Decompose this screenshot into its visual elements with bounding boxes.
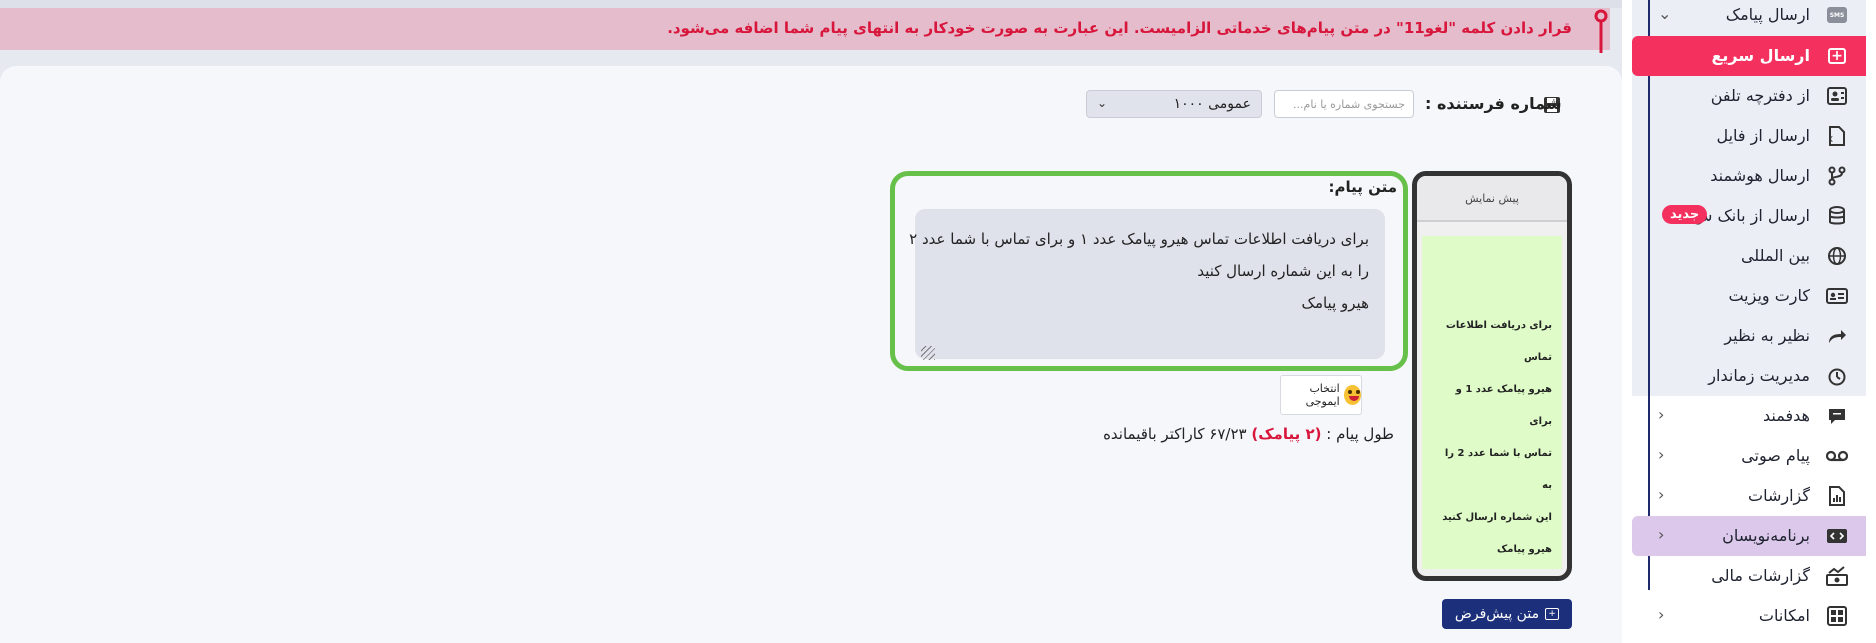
sidebar-item-peer-to-peer[interactable]: نظیر به نظیر [1632, 316, 1866, 356]
chevron-down-icon: ⌄ [1658, 4, 1672, 23]
length-prefix: طول پیام : [1326, 425, 1394, 443]
preview-title: پیش نمایش [1417, 176, 1567, 222]
sidebar-item-financial-reports[interactable]: گزارشات مالی [1632, 556, 1866, 596]
sidebar-item-label: ارسال سریع [1711, 46, 1810, 65]
sender-number-select[interactable]: عمومی ۱۰۰۰ ⌄ [1086, 90, 1262, 118]
chat-bubble-icon [1826, 406, 1848, 426]
phone-preview: پیش نمایش برای دریافت اطلاعات تماس هیرو … [1412, 171, 1572, 581]
sidebar-item-voice-message[interactable]: پیام صوتی ‹ [1632, 436, 1866, 476]
sidebar-item-label: نظیر به نظیر [1724, 326, 1810, 345]
top-strip [0, 0, 1622, 8]
sidebar-item-targeted[interactable]: هدفمند ‹ [1632, 396, 1866, 436]
sidebar-item-scheduled[interactable]: مدیریت زماندار [1632, 356, 1866, 396]
preview-line: این شماره ارسال کنید [1442, 512, 1552, 523]
message-textarea[interactable]: برای دریافت اطلاعات تماس هیرو پیامک عدد … [909, 209, 1385, 359]
preview-line: هیرو پیامک [1497, 544, 1552, 555]
message-line: را به این شماره ارسال کنید [1197, 262, 1369, 280]
share-arrow-icon [1826, 326, 1848, 346]
excel-file-icon: X [1826, 126, 1848, 146]
service-message-alert: قرار دادن کلمه "لغو11" در متن پیام‌های خ… [0, 8, 1610, 53]
sidebar-item-label: برنامه‌نویسان [1722, 526, 1810, 545]
sender-search-input[interactable] [1274, 90, 1414, 118]
pin-icon [1594, 9, 1608, 53]
chevron-down-icon: ⌄ [1097, 96, 1108, 110]
length-suffix: کاراکتر باقیمانده [1103, 425, 1205, 443]
sidebar-item-label: ارسال پیامک [1725, 5, 1810, 24]
default-text-button[interactable]: + متن پیش‌فرض [1442, 599, 1572, 629]
message-editor: متن پیام: برای دریافت اطلاعات تماس هیرو … [890, 171, 1408, 371]
plus-message-icon: + [1545, 608, 1560, 620]
preview-message: برای دریافت اطلاعات تماس هیرو پیامک عدد … [1422, 236, 1562, 569]
sidebar: SMS ارسال پیامک ⌄ + ارسال سریع از دفترچه… [1622, 0, 1876, 643]
sidebar-item-international[interactable]: بین المللی [1632, 236, 1866, 276]
sidebar-item-smart-send[interactable]: ارسال هوشمند [1632, 156, 1866, 196]
sender-number-label: شماره فرستنده : [1425, 94, 1562, 113]
sidebar-item-quick-send[interactable]: + ارسال سریع [1632, 36, 1866, 76]
sidebar-item-label: ارسال از فایل [1716, 126, 1810, 145]
sidebar-item-label: مدیریت زماندار [1708, 366, 1810, 385]
finance-report-icon [1826, 566, 1848, 586]
message-line: برای دریافت اطلاعات تماس هیرو پیامک عدد … [909, 230, 1369, 248]
sidebar-item-send-from-bank[interactable]: ارسال از بانک ش... جدید [1632, 196, 1866, 236]
emoji-button-label: انتخاب ایموجی [1305, 382, 1340, 408]
new-badge: جدید [1662, 205, 1708, 224]
contact-book-icon [1826, 86, 1848, 106]
preview-line: تماس با شما عدد 2 را به [1444, 448, 1552, 491]
alert-text: قرار دادن کلمه "لغو11" در متن پیام‌های خ… [667, 19, 1572, 37]
sidebar-item-label: پیام صوتی [1741, 446, 1810, 465]
sidebar-item-send-sms[interactable]: SMS ارسال پیامک ⌄ [1632, 0, 1866, 35]
sidebar-item-label: گزارشات مالی [1711, 566, 1810, 585]
plus-square-icon: + [1826, 46, 1848, 66]
sidebar-item-label: امکانات [1758, 606, 1810, 625]
chevron-left-icon: ‹ [1658, 405, 1665, 424]
chevron-left-icon: ‹ [1658, 605, 1665, 624]
sms-parts-count: (۲ پیامک) [1251, 425, 1322, 443]
sidebar-item-label: هدفمند [1763, 406, 1810, 425]
sidebar-item-label: گزارشات [1748, 486, 1810, 505]
sidebar-item-business-card[interactable]: کارت ویزیت [1632, 276, 1866, 316]
message-length-info: طول پیام : (۲ پیامک) ۶۷/۲۳ کاراکتر باقیم… [1103, 425, 1394, 443]
remaining-count: ۶۷/۲۳ [1209, 425, 1247, 443]
sidebar-item-label: از دفترچه تلفن [1710, 86, 1810, 105]
sidebar-item-label: کارت ویزیت [1728, 286, 1810, 305]
voicemail-icon [1826, 446, 1848, 466]
timer-icon [1826, 366, 1848, 386]
preview-line: هیرو پیامک عدد 1 و برای [1455, 384, 1552, 427]
emoji-icon [1343, 385, 1361, 405]
features-icon [1826, 606, 1848, 626]
preview-line: برای دریافت اطلاعات تماس [1445, 320, 1552, 363]
chevron-left-icon: ‹ [1658, 445, 1665, 464]
chevron-left-icon: ‹ [1658, 525, 1665, 544]
branch-icon [1826, 166, 1848, 186]
database-icon [1826, 206, 1848, 226]
sidebar-item-label: ارسال هوشمند [1710, 166, 1810, 185]
chevron-left-icon: ‹ [1658, 485, 1665, 504]
report-icon [1826, 486, 1848, 506]
id-card-icon [1826, 286, 1848, 306]
sidebar-item-developers[interactable]: برنامه‌نویسان ‹ [1632, 516, 1866, 556]
resize-handle[interactable] [921, 346, 935, 360]
message-line: هیرو پیامک [1301, 294, 1369, 312]
sidebar-item-send-from-file[interactable]: X ارسال از فایل [1632, 116, 1866, 156]
sidebar-item-reports[interactable]: گزارشات ‹ [1632, 476, 1866, 516]
preview-line: لغو11 [1432, 566, 1552, 576]
globe-icon [1826, 246, 1848, 266]
sidebar-item-features[interactable]: امکانات ‹ [1632, 596, 1866, 636]
sidebar-item-phonebook[interactable]: از دفترچه تلفن [1632, 76, 1866, 116]
message-text-label: متن پیام: [1328, 178, 1397, 196]
sender-select-value: عمومی ۱۰۰۰ [1173, 96, 1251, 112]
default-text-label: متن پیش‌فرض [1454, 606, 1540, 622]
emoji-picker-button[interactable]: انتخاب ایموجی [1280, 375, 1362, 415]
code-icon [1826, 526, 1848, 546]
sidebar-item-label: بین المللی [1740, 246, 1810, 265]
sms-icon: SMS [1826, 5, 1848, 25]
svg-text:X: X [1829, 135, 1834, 144]
